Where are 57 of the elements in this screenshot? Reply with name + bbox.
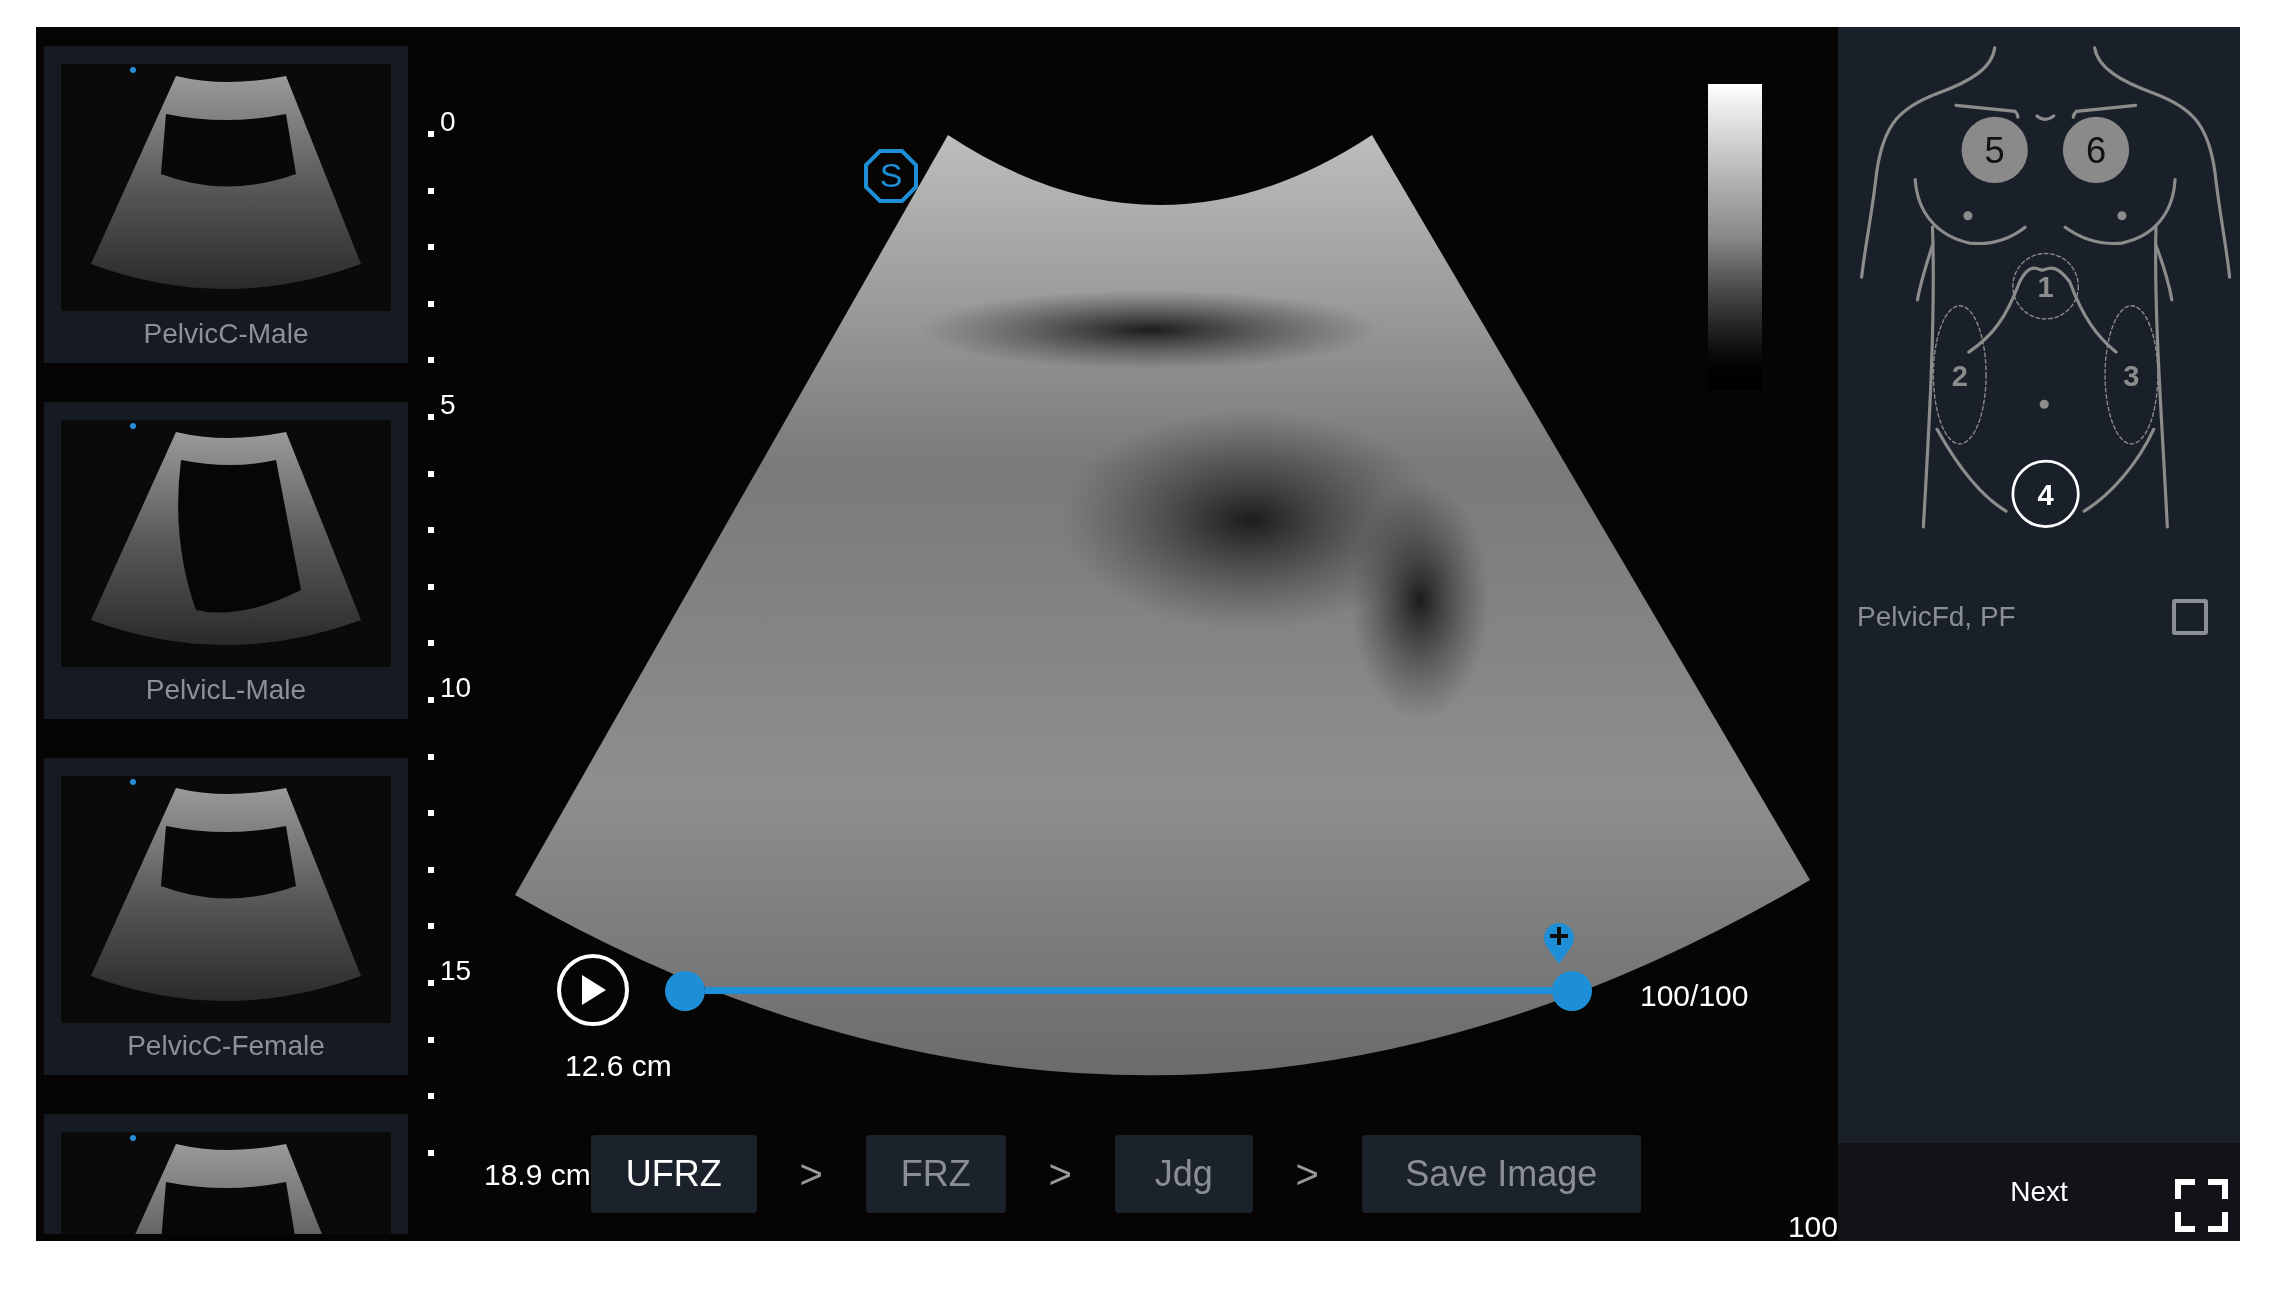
tick-mark	[428, 357, 434, 364]
body-zone[interactable]: 3	[2104, 305, 2159, 445]
tick-mark	[428, 1149, 434, 1156]
tick-mark	[428, 810, 434, 817]
slider-handle[interactable]	[665, 971, 705, 1011]
tick-mark	[428, 583, 434, 590]
depth-label: 15	[440, 956, 472, 986]
slider-handle[interactable]	[1552, 971, 1592, 1011]
tick-mark	[428, 470, 434, 477]
checkbox[interactable]	[2172, 599, 2208, 635]
tick-mark	[428, 923, 434, 930]
step-separator: >	[1047, 1151, 1073, 1198]
thumbnail-label: PelvicL-Male	[145, 673, 307, 707]
thumbnail-label: PelvicC-Female	[127, 1029, 325, 1063]
play-button[interactable]	[557, 954, 629, 1026]
tick-mark	[428, 131, 434, 137]
step-separator: >	[798, 1151, 824, 1198]
body-zone[interactable]: 5	[1961, 116, 2028, 184]
depth-label: 10	[440, 673, 472, 703]
next-button[interactable]: Next	[1994, 1163, 2084, 1221]
tick-mark	[428, 300, 434, 307]
corner-value: 100	[1787, 1209, 1838, 1245]
fullscreen-icon[interactable]	[2175, 1179, 2228, 1232]
workflow-step-button[interactable]: UFRZ	[590, 1135, 757, 1213]
workflow-step-button[interactable]: FRZ	[865, 1135, 1006, 1213]
tick-mark	[428, 414, 434, 420]
depth-label: 0	[440, 107, 456, 137]
tick-mark	[428, 244, 434, 251]
slider-track[interactable]	[705, 987, 1552, 994]
tick-mark	[428, 753, 434, 760]
thumbnail-label: PelvicC-Male	[143, 317, 309, 351]
thumbnail-card[interactable]: PelvicL-Male	[44, 402, 408, 719]
thumbnail-card[interactable]: PelvicC-Female	[44, 758, 408, 1075]
body-zone[interactable]: 4	[2011, 459, 2080, 528]
depth-value: 18.9 cm	[484, 1156, 591, 1193]
orientation-marker: S	[863, 148, 919, 204]
tick-mark	[428, 980, 434, 986]
tick-mark	[428, 640, 434, 647]
depth-label: 5	[440, 390, 456, 420]
tick-mark	[428, 866, 434, 873]
workflow-step-button[interactable]: Jdg	[1114, 1135, 1253, 1213]
body-zone[interactable]: 6	[2062, 116, 2130, 184]
step-separator: >	[1294, 1151, 1320, 1198]
tick-mark	[428, 527, 434, 534]
body-zone[interactable]: 1	[2012, 252, 2079, 320]
measurement-value: 12.6 cm	[565, 1048, 672, 1084]
body-zone[interactable]: 2	[1932, 305, 1987, 445]
tick-mark	[428, 697, 434, 703]
thumbnail-card[interactable]	[44, 1114, 408, 1234]
tick-mark	[428, 1093, 434, 1100]
tick-mark	[428, 1036, 434, 1043]
option-label: PelvicFd, PF	[1857, 600, 2016, 634]
thumbnail-card[interactable]: PelvicC-Male	[44, 46, 408, 363]
workflow-step-button[interactable]: Save Image	[1361, 1135, 1641, 1213]
tick-mark	[428, 187, 434, 194]
play-icon	[580, 975, 606, 1005]
frame-counter: 100/100	[1640, 978, 1749, 1014]
